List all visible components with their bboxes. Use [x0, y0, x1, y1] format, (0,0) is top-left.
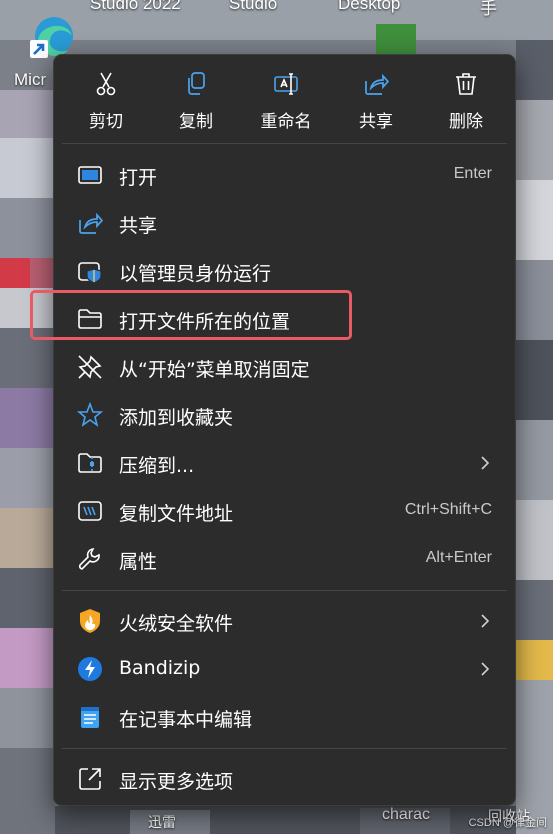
wrench-icon — [78, 548, 100, 570]
shortcut-text: Alt+Enter — [425, 549, 492, 566]
menu-item-show-more-options[interactable]: 显示更多选项 — [60, 756, 509, 802]
menu-item-unpin-start[interactable]: 从“开始”菜单取消固定 — [60, 344, 509, 390]
copy-icon — [188, 72, 205, 95]
menu-item-share[interactable]: 共享 — [60, 200, 509, 246]
divider — [62, 748, 507, 749]
menu-item-label: Bandizip — [119, 657, 201, 679]
highlight-annotation-box — [30, 290, 352, 340]
copy-button[interactable]: 复制 — [156, 65, 236, 135]
menu-item-label: 从“开始”菜单取消固定 — [119, 359, 310, 381]
zip-folder-icon — [78, 453, 102, 473]
rename-label: 重命名 — [260, 112, 312, 132]
cut-label: 剪切 — [89, 112, 123, 132]
scissors-icon — [96, 72, 116, 96]
menu-item-label: 在记事本中编辑 — [119, 709, 253, 731]
chevron-right-icon — [481, 662, 490, 676]
menu-item-huorong[interactable]: 火绒安全软件 — [60, 598, 509, 644]
shortcut-text: Enter — [453, 165, 492, 182]
edge-shortcut-label[interactable]: Micr — [14, 70, 46, 90]
menu-item-label: 压缩到... — [119, 455, 195, 477]
shield-admin-icon — [78, 262, 102, 284]
desktop-label[interactable]: Studio 2022 — [90, 0, 181, 14]
copy-path-icon — [78, 501, 102, 521]
chevron-right-icon — [481, 614, 490, 628]
star-icon — [77, 402, 103, 427]
menu-item-label: 以管理员身份运行 — [119, 263, 272, 285]
chevron-right-icon — [481, 456, 490, 470]
menu-item-copy-as-path[interactable]: 复制文件地址 Ctrl+Shift+C — [60, 488, 509, 534]
rename-icon — [274, 73, 298, 95]
menu-item-compress-to[interactable]: 压缩到... — [60, 440, 509, 486]
menu-item-label: 显示更多选项 — [119, 771, 234, 793]
desktop-label[interactable]: charac — [382, 806, 430, 824]
desktop-label[interactable]: Desktop — [338, 0, 400, 14]
share-icon — [79, 212, 103, 234]
menu-item-label: 属性 — [119, 551, 158, 573]
menu-item-label: 打开 — [119, 167, 158, 189]
desktop-label[interactable]: 迅雷 — [148, 812, 176, 832]
share-button[interactable]: 共享 — [336, 65, 416, 135]
delete-label: 删除 — [449, 112, 483, 132]
quick-action-bar: 剪切 复制 重命名 共享 删除 — [54, 55, 515, 143]
bandizip-icon — [78, 657, 102, 681]
rename-button[interactable]: 重命名 — [246, 65, 326, 135]
open-window-icon — [78, 166, 102, 184]
menu-item-add-favorites[interactable]: 添加到收藏夹 — [60, 392, 509, 438]
copy-label: 复制 — [179, 112, 213, 132]
desktop-label[interactable]: 手 — [480, 0, 497, 19]
desktop-label[interactable]: Studio — [229, 0, 277, 14]
menu-item-bandizip[interactable]: Bandizip — [60, 646, 509, 692]
menu-item-label: 共享 — [119, 215, 158, 237]
divider — [62, 143, 507, 144]
huorong-shield-icon — [80, 609, 100, 633]
shortcut-text: Ctrl+Shift+C — [404, 501, 492, 518]
menu-item-properties[interactable]: 属性 Alt+Enter — [60, 536, 509, 582]
share-label: 共享 — [359, 112, 393, 132]
share-icon — [365, 73, 389, 95]
menu-item-run-as-admin[interactable]: 以管理员身份运行 — [60, 248, 509, 294]
watermark: CSDN @律金间 — [468, 817, 547, 829]
menu-item-open[interactable]: 打开 Enter — [60, 152, 509, 198]
divider — [62, 590, 507, 591]
menu-item-edit-notepad[interactable]: 在记事本中编辑 — [60, 694, 509, 740]
trash-icon — [456, 73, 476, 95]
menu-item-label: 添加到收藏夹 — [119, 407, 234, 429]
menu-item-label: 火绒安全软件 — [119, 613, 234, 635]
unpin-icon — [78, 355, 102, 379]
delete-button[interactable]: 删除 — [426, 65, 506, 135]
context-menu: 剪切 复制 重命名 共享 删除 打开 Enter 共享 以管理员身份运行 打开文… — [53, 54, 516, 806]
cut-button[interactable]: 剪切 — [66, 65, 146, 135]
more-options-icon — [79, 768, 101, 790]
notepad-icon — [81, 707, 99, 728]
menu-item-label: 复制文件地址 — [119, 503, 234, 525]
